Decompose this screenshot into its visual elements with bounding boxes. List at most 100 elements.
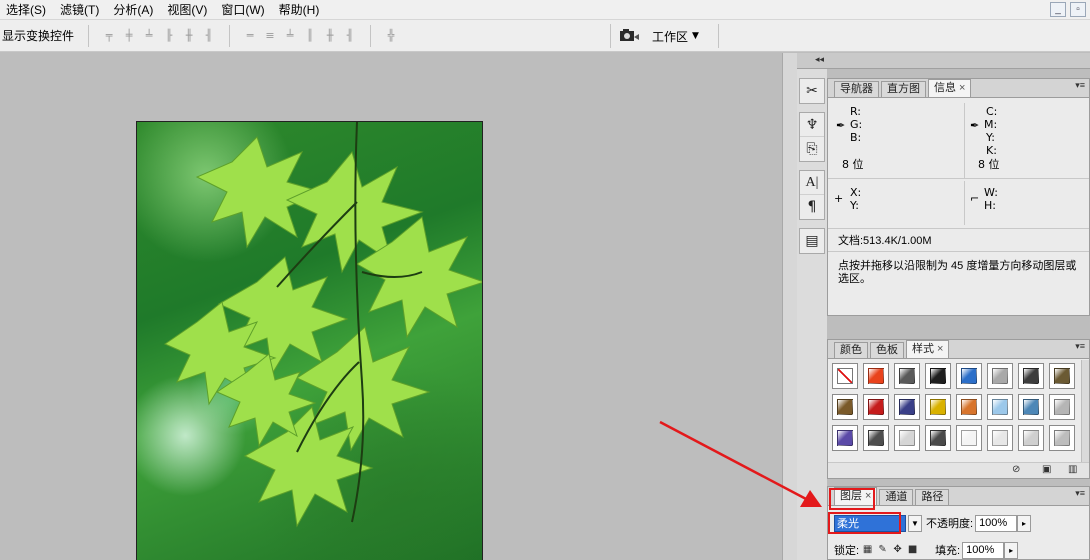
- align-bottom-icon[interactable]: ╧: [142, 29, 156, 43]
- distribute-hcenter-icon[interactable]: ╫: [323, 29, 337, 43]
- styles-footer: ⊘ ▣ ▥: [828, 462, 1089, 478]
- distribute-top-icon[interactable]: ═: [243, 29, 257, 43]
- fill-field[interactable]: 100%: [962, 541, 1005, 559]
- align-top-icon[interactable]: ╤: [102, 29, 116, 43]
- new-style-icon[interactable]: ▣: [1042, 464, 1051, 475]
- style-swatch-gold[interactable]: [925, 394, 951, 420]
- menu-select[interactable]: 选择(S): [0, 0, 54, 20]
- opacity-field[interactable]: 100%: [975, 514, 1018, 532]
- tab-styles[interactable]: 样式 ×: [906, 340, 950, 358]
- tab-swatches[interactable]: 色板: [870, 342, 904, 358]
- canvas-area[interactable]: [0, 53, 782, 560]
- tools-icon[interactable]: ✂: [800, 79, 824, 103]
- c-label: C:: [986, 105, 998, 118]
- maple-leaves-image: [163, 122, 482, 528]
- menu-view[interactable]: 视图(V): [161, 0, 215, 20]
- close-icon[interactable]: ×: [959, 82, 965, 94]
- style-swatch-blue-glass[interactable]: [956, 363, 982, 389]
- menu-help[interactable]: 帮助(H): [273, 0, 328, 20]
- style-swatch-preview: [837, 399, 853, 415]
- collapse-panels-icon[interactable]: ◂◂: [815, 54, 824, 65]
- menu-filter[interactable]: 滤镜(T): [54, 0, 107, 20]
- style-swatch-none[interactable]: [832, 363, 858, 389]
- separator: [718, 24, 719, 48]
- menu-analysis[interactable]: 分析(A): [107, 0, 161, 20]
- document-image-maple-leaves[interactable]: [136, 121, 483, 560]
- distribute-vcenter-icon[interactable]: ≡: [263, 29, 277, 43]
- style-swatch-glass-gray[interactable]: [1049, 425, 1075, 451]
- chevron-down-icon[interactable]: ▼: [908, 514, 922, 532]
- b-label: B:: [850, 131, 862, 144]
- panel-menu-icon[interactable]: ▾≡: [1075, 341, 1085, 352]
- style-swatch-preview: [899, 368, 915, 384]
- tab-navigator[interactable]: 导航器: [834, 81, 879, 97]
- fill-slider-arrow-icon[interactable]: ▸: [1004, 541, 1019, 559]
- style-swatch-bronze[interactable]: [1049, 363, 1075, 389]
- show-transform-controls-option[interactable]: 显示变换控件: [0, 27, 84, 44]
- style-swatch-red[interactable]: [863, 394, 889, 420]
- style-swatch-dark-gray[interactable]: [894, 363, 920, 389]
- style-swatch-dark-bevel[interactable]: [925, 425, 951, 451]
- style-swatch-multicolor[interactable]: [894, 394, 920, 420]
- workspace-button[interactable]: 工作区 ▼: [646, 24, 705, 48]
- style-swatch-preview: [1054, 430, 1070, 446]
- styles-scrollbar[interactable]: [1081, 360, 1089, 462]
- style-swatch-sun[interactable]: [863, 363, 889, 389]
- divider: [828, 251, 1089, 252]
- character-icon[interactable]: A|: [800, 171, 824, 195]
- style-swatch-sunset[interactable]: [1018, 394, 1044, 420]
- auto-align-layers-icon[interactable]: ╬: [384, 29, 398, 43]
- delete-style-icon[interactable]: ▥: [1068, 464, 1077, 475]
- minimize-icon[interactable]: _: [1050, 2, 1066, 17]
- style-swatch-outline-gray[interactable]: [894, 425, 920, 451]
- align-left-icon[interactable]: ╟: [162, 29, 176, 43]
- panel-menu-icon[interactable]: ▾≡: [1075, 488, 1085, 499]
- eyedropper-icon[interactable]: ✒: [970, 119, 979, 132]
- lock-pixels-icon[interactable]: ✎: [876, 544, 889, 556]
- camera-icon[interactable]: [618, 27, 640, 43]
- styles-panel-tabs: 颜色 色板 样式 × ▾≡: [828, 340, 1089, 359]
- eyedropper-icon[interactable]: ✒: [836, 119, 845, 132]
- layer-comps-icon[interactable]: ▤: [800, 229, 824, 253]
- panel-dock-collapsed-strip[interactable]: [782, 53, 797, 560]
- lock-transparency-icon[interactable]: ▦: [861, 544, 874, 556]
- style-swatch-light-gray[interactable]: [987, 363, 1013, 389]
- distribute-bottom-icon[interactable]: ╧: [283, 29, 297, 43]
- lock-all-icon[interactable]: ■: [906, 544, 919, 556]
- tab-channels[interactable]: 通道: [879, 489, 914, 505]
- paragraph-icon[interactable]: ¶: [800, 195, 824, 219]
- restore-icon[interactable]: ▫: [1070, 2, 1086, 17]
- align-hcenter-icon[interactable]: ╫: [182, 29, 196, 43]
- lock-position-icon[interactable]: ✥: [891, 544, 904, 556]
- clear-style-icon[interactable]: ⊘: [1012, 464, 1020, 475]
- style-swatch-purple-cube[interactable]: [832, 425, 858, 451]
- menu-window[interactable]: 窗口(W): [215, 0, 272, 20]
- style-swatch-silver-frame[interactable]: [1049, 394, 1075, 420]
- tab-paths[interactable]: 路径: [915, 489, 950, 505]
- style-swatch-sky[interactable]: [987, 394, 1013, 420]
- opacity-slider-arrow-icon[interactable]: ▸: [1017, 514, 1032, 532]
- close-icon[interactable]: ×: [937, 343, 943, 355]
- style-swatch-black-chrome[interactable]: [925, 363, 951, 389]
- style-swatch-smoke[interactable]: [1018, 363, 1044, 389]
- style-swatch-bevel-gray[interactable]: [1018, 425, 1044, 451]
- style-swatch-charcoal[interactable]: [863, 425, 889, 451]
- clone-source-icon[interactable]: ⎘: [800, 137, 824, 161]
- tab-info[interactable]: 信息 ×: [928, 79, 972, 97]
- brush-icon[interactable]: ♆: [800, 113, 824, 137]
- style-swatch-orange-gradient[interactable]: [956, 394, 982, 420]
- tab-histogram[interactable]: 直方图: [881, 81, 926, 97]
- tab-channels-label: 通道: [885, 491, 908, 503]
- style-swatch-preview: [868, 368, 884, 384]
- style-swatch-pale[interactable]: [987, 425, 1013, 451]
- tab-color[interactable]: 颜色: [834, 342, 868, 358]
- panel-menu-icon[interactable]: ▾≡: [1075, 80, 1085, 91]
- align-right-icon[interactable]: ╢: [202, 29, 216, 43]
- tab-styles-label: 样式: [912, 343, 934, 355]
- style-swatch-preview: [930, 399, 946, 415]
- distribute-right-icon[interactable]: ╢: [343, 29, 357, 43]
- align-vcenter-icon[interactable]: ╪: [122, 29, 136, 43]
- style-swatch-white-outline[interactable]: [956, 425, 982, 451]
- distribute-left-icon[interactable]: ║: [303, 29, 317, 43]
- style-swatch-brown[interactable]: [832, 394, 858, 420]
